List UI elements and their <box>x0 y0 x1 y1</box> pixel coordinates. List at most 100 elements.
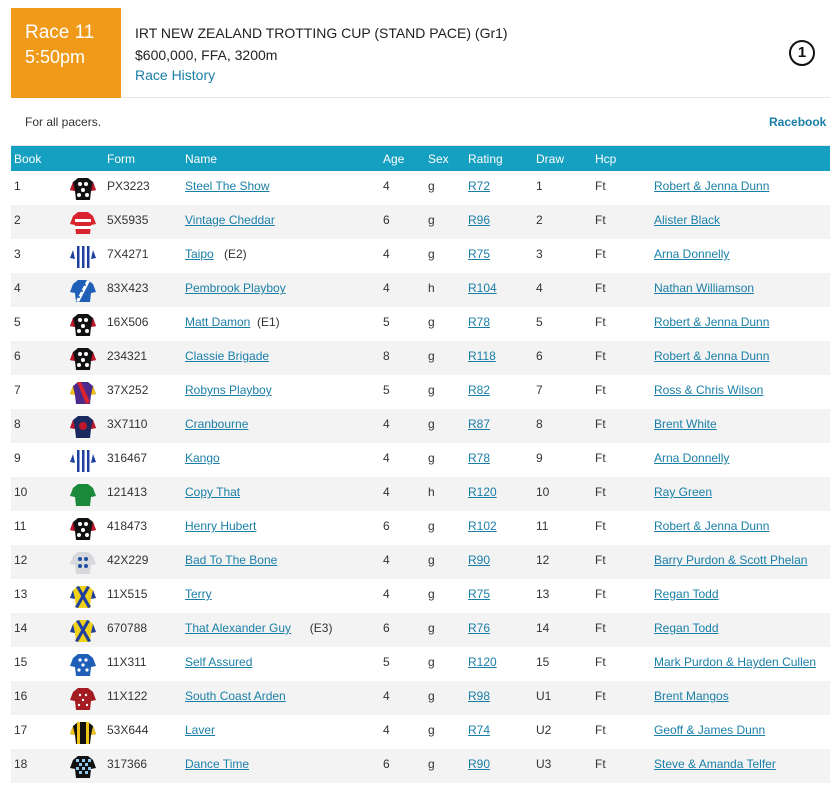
runner-rating-link[interactable]: R104 <box>468 281 497 295</box>
runner-name-link[interactable]: Bad To The Bone <box>185 553 277 567</box>
field-table-header: Book Form Name Age Sex Rating Draw Hcp <box>11 146 830 171</box>
runner-name-link[interactable]: Cranbourne <box>185 417 248 431</box>
runner-name-link[interactable]: Self Assured <box>185 655 252 669</box>
race-subheader: For all pacers. Racebook › <box>11 98 830 146</box>
runner-name-link[interactable]: That Alexander Guy <box>185 621 291 635</box>
runner-trainer-link[interactable]: Geoff & James Dunn <box>654 723 765 737</box>
runner-trainer-link[interactable]: Regan Todd <box>654 621 719 635</box>
runner-draw: 10 <box>536 485 550 499</box>
runner-name-link[interactable]: Pembrook Playboy <box>185 281 286 295</box>
runner-name-link[interactable]: Dance Time <box>185 757 249 771</box>
runner-book-number: 17 <box>14 723 28 737</box>
runner-handicap: Ft <box>595 519 606 533</box>
runner-name-link[interactable]: Taipo <box>185 247 214 261</box>
runner-rating-link[interactable]: R74 <box>468 723 490 737</box>
runner-name-link[interactable]: Copy That <box>185 485 240 499</box>
runner-trainer-link[interactable]: Brent Mangos <box>654 689 729 703</box>
runner-sex: g <box>428 383 435 397</box>
runner-handicap: Ft <box>595 553 606 567</box>
race-conditions-note: For all pacers. <box>25 115 102 129</box>
runner-age: 4 <box>383 553 390 567</box>
runner-book-number: 14 <box>14 621 28 635</box>
runner-age: 4 <box>383 417 390 431</box>
runner-name-link[interactable]: Matt Damon <box>185 315 250 329</box>
runner-trainer-link[interactable]: Robert & Jenna Dunn <box>654 349 769 363</box>
runner-trainer-link[interactable]: Ross & Chris Wilson <box>654 383 763 397</box>
runner-trainer-link[interactable]: Ray Green <box>654 485 712 499</box>
race-time: 5:50pm <box>25 47 86 67</box>
runner-sex: h <box>428 281 435 295</box>
jockey-silks-icon <box>70 722 96 744</box>
runner-name-link[interactable]: Robyns Playboy <box>185 383 272 397</box>
runner-form: 670788 <box>107 621 148 635</box>
runner-trainer-link[interactable]: Robert & Jenna Dunn <box>654 315 769 329</box>
runner-handicap: Ft <box>595 689 606 703</box>
runner-trainer-link[interactable]: Barry Purdon & Scott Phelan <box>654 553 807 567</box>
runner-row: 14 670788 That Alexander Guy (E3) 6 g R76 14 Ft R… <box>11 613 830 647</box>
runner-trainer-link[interactable]: Arna Donnelly <box>654 247 729 261</box>
runner-rating-link[interactable]: R120 <box>468 655 497 669</box>
runner-book-number: 4 <box>14 281 21 295</box>
runner-name-link[interactable]: Kango <box>185 451 220 465</box>
runner-emergency-tag: (E2) <box>224 247 247 261</box>
runner-rating-link[interactable]: R120 <box>468 485 497 499</box>
runner-handicap: Ft <box>595 485 606 499</box>
runner-name-link[interactable]: Vintage Cheddar <box>185 213 275 227</box>
runner-name-link[interactable]: Steel The Show <box>185 179 270 193</box>
runner-rating-link[interactable]: R90 <box>468 757 490 771</box>
runner-trainer-link[interactable]: Mark Purdon & Hayden Cullen <box>654 655 816 669</box>
runner-book-number: 6 <box>14 349 21 363</box>
runner-name-link[interactable]: Henry Hubert <box>185 519 256 533</box>
runner-rating-link[interactable]: R82 <box>468 383 490 397</box>
col-sex: Sex <box>428 152 449 166</box>
runner-age: 4 <box>383 247 390 261</box>
runner-age: 6 <box>383 621 390 635</box>
runner-name-link[interactable]: Classie Brigade <box>185 349 269 363</box>
runner-row: 5 16X506 Matt Damon (E1) 5 g R78 5 Ft Robert & Je… <box>11 307 830 341</box>
runner-rating-link[interactable]: R75 <box>468 247 490 261</box>
runner-trainer-link[interactable]: Alister Black <box>654 213 720 227</box>
runner-sex: g <box>428 213 435 227</box>
col-form: Form <box>107 152 135 166</box>
runner-book-number: 13 <box>14 587 28 601</box>
runner-trainer-link[interactable]: Arna Donnelly <box>654 451 729 465</box>
runner-draw: 1 <box>536 179 543 193</box>
runner-sex: g <box>428 757 435 771</box>
runner-trainer-link[interactable]: Regan Todd <box>654 587 719 601</box>
runner-rating-link[interactable]: R72 <box>468 179 490 193</box>
race-history-link[interactable]: Race History <box>135 65 508 85</box>
runner-rating-link[interactable]: R78 <box>468 451 490 465</box>
runner-age: 6 <box>383 519 390 533</box>
runner-form: 11X515 <box>107 587 148 601</box>
runner-name-link[interactable]: Terry <box>185 587 212 601</box>
runner-form: 3X7110 <box>107 417 148 431</box>
runner-rating-link[interactable]: R87 <box>468 417 490 431</box>
racebook-link[interactable]: Racebook › <box>769 115 830 129</box>
runner-trainer-link[interactable]: Robert & Jenna Dunn <box>654 519 769 533</box>
runner-row: 2 5X5935 Vintage Cheddar 6 g R96 2 Ft Alister Bl… <box>11 205 830 239</box>
runner-rating-link[interactable]: R98 <box>468 689 490 703</box>
runner-rating-link[interactable]: R102 <box>468 519 497 533</box>
runner-rating-link[interactable]: R75 <box>468 587 490 601</box>
jockey-silks-icon <box>70 314 96 336</box>
runner-rating-link[interactable]: R78 <box>468 315 490 329</box>
runner-draw: 8 <box>536 417 543 431</box>
runner-trainer-link[interactable]: Steve & Amanda Telfer <box>654 757 776 771</box>
runner-rating-link[interactable]: R90 <box>468 553 490 567</box>
runner-book-number: 12 <box>14 553 28 567</box>
runner-trainer-link[interactable]: Brent White <box>654 417 717 431</box>
runner-name-link[interactable]: Laver <box>185 723 215 737</box>
runner-trainer-link[interactable]: Nathan Williamson <box>654 281 754 295</box>
runner-trainer-link[interactable]: Robert & Jenna Dunn <box>654 179 769 193</box>
runner-rating-link[interactable]: R118 <box>468 349 496 363</box>
runner-name-link[interactable]: South Coast Arden <box>185 689 286 703</box>
runner-emergency-tag: (E3) <box>309 621 333 635</box>
runner-form: 11X311 <box>107 655 147 669</box>
runner-draw: 13 <box>536 587 550 601</box>
runner-rating-link[interactable]: R96 <box>468 213 490 227</box>
runner-form: 11X122 <box>107 689 148 703</box>
jockey-silks-icon <box>70 654 96 676</box>
runner-draw: U3 <box>536 757 552 771</box>
jockey-silks-icon <box>70 620 96 642</box>
runner-rating-link[interactable]: R76 <box>468 621 490 635</box>
